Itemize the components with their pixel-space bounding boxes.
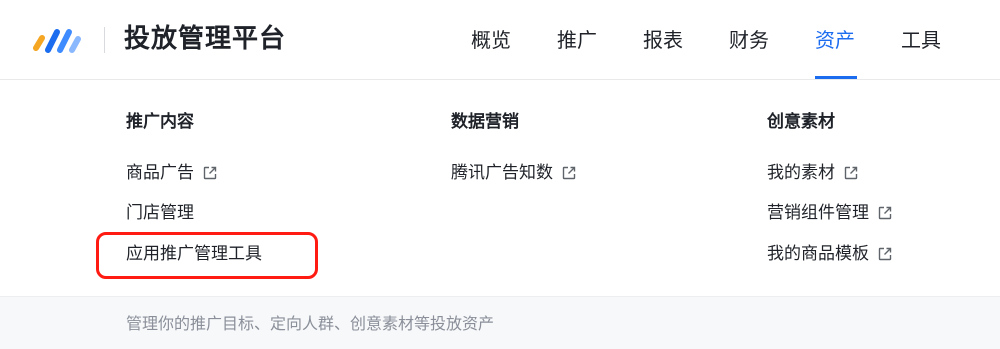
menu-link-product-ads[interactable]: 商品广告: [126, 160, 218, 186]
menu-link-marketing-components[interactable]: 营销组件管理: [767, 200, 893, 226]
menu-column-promotion-content: 推广内容: [126, 108, 194, 136]
nav-item-assets[interactable]: 资产: [815, 26, 855, 54]
brand-logo-icon[interactable]: [32, 24, 82, 56]
menu-link-my-product-templates[interactable]: 我的商品模板: [767, 241, 893, 267]
menu-link-label: 腾讯广告知数: [451, 163, 553, 183]
menu-column-creative-assets: 创意素材: [767, 108, 835, 136]
nav-item-reports[interactable]: 报表: [643, 26, 683, 54]
external-link-icon: [202, 165, 218, 181]
menu-link-store-management[interactable]: 门店管理: [126, 200, 194, 226]
nav-active-indicator: [815, 76, 857, 79]
menu-column-data-marketing: 数据营销: [451, 108, 519, 136]
column-title: 创意素材: [767, 112, 835, 132]
logo-divider: [104, 27, 105, 53]
footer-description: 管理你的推广目标、定向人群、创意素材等投放资产: [126, 314, 495, 333]
menu-link-my-assets[interactable]: 我的素材: [767, 160, 859, 186]
nav-item-overview[interactable]: 概览: [471, 26, 511, 54]
nav-item-promotion[interactable]: 推广: [557, 26, 597, 54]
menu-link-label: 营销组件管理: [767, 203, 869, 223]
column-title: 数据营销: [451, 112, 519, 132]
nav-item-finance[interactable]: 财务: [729, 26, 769, 54]
app-title: 投放管理平台: [124, 24, 287, 54]
external-link-icon: [561, 165, 577, 181]
menu-link-label: 商品广告: [126, 163, 194, 183]
menu-link-tencent-ads-insight[interactable]: 腾讯广告知数: [451, 160, 577, 186]
external-link-icon: [877, 246, 893, 262]
highlight-annotation: [96, 232, 318, 279]
menu-link-label: 我的商品模板: [767, 244, 869, 264]
external-link-icon: [877, 205, 893, 221]
menu-footer: 管理你的推广目标、定向人群、创意素材等投放资产: [0, 296, 1000, 349]
external-link-icon: [843, 165, 859, 181]
menu-link-label: 门店管理: [126, 203, 194, 223]
column-title: 推广内容: [126, 112, 194, 132]
top-header: 投放管理平台 概览 推广 报表 财务 资产 工具: [0, 0, 1000, 80]
menu-link-label: 我的素材: [767, 163, 835, 183]
nav-item-tools[interactable]: 工具: [901, 26, 941, 54]
